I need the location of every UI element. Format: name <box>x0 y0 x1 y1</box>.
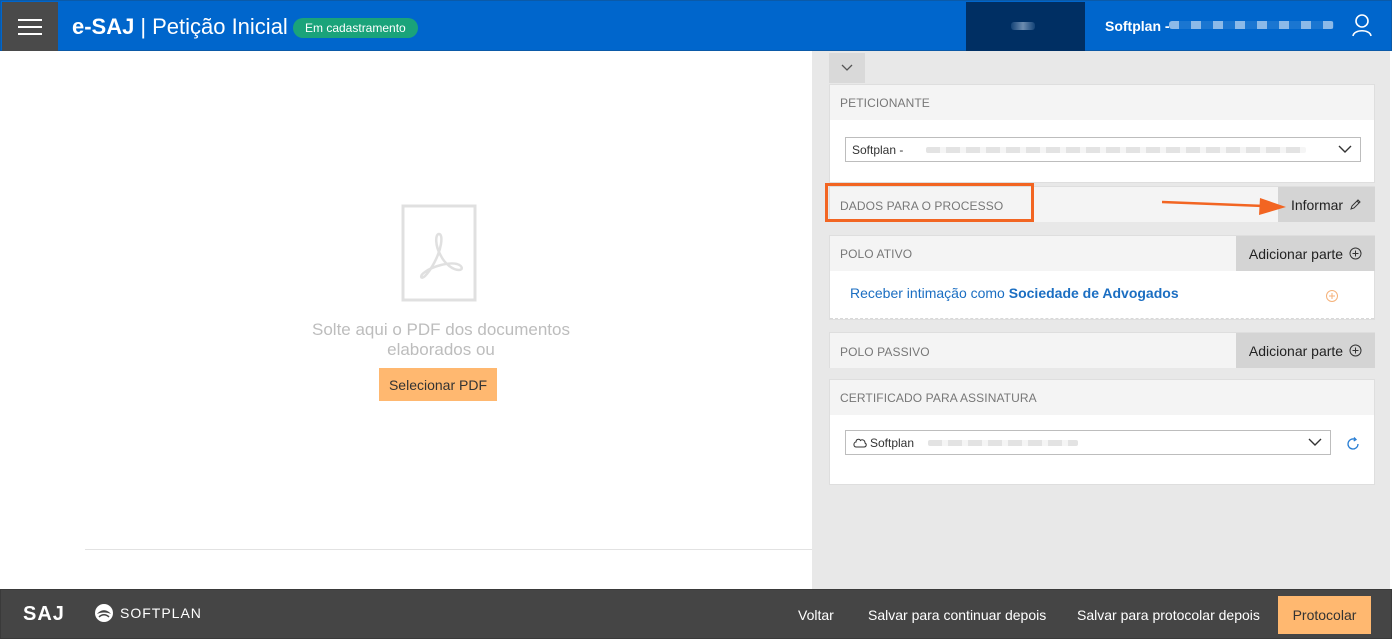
page-title: e-SAJ | Petição Inicial <box>72 14 288 40</box>
pdf-file-icon <box>401 204 477 302</box>
refresh-icon[interactable] <box>1345 436 1361 452</box>
user-icon[interactable] <box>1351 13 1373 37</box>
chevron-down-icon <box>841 64 853 71</box>
plus-circle-icon[interactable] <box>1325 289 1339 303</box>
plus-circle-icon <box>1349 247 1362 260</box>
adicionar-parte-ativo-button[interactable]: Adicionar parte <box>1236 236 1375 271</box>
hamburger-menu-icon <box>18 19 42 21</box>
polo-passivo-title: POLO PASSIVO <box>840 345 930 359</box>
certificado-title: CERTIFICADO PARA ASSINATURA <box>840 391 1037 405</box>
polo-ativo-title: POLO ATIVO <box>840 247 913 261</box>
polo-ativo-card: POLO ATIVO Adicionar parte Receber intim… <box>829 235 1375 320</box>
peticionante-card: PETICIONANTE Softplan - <box>829 84 1375 183</box>
user-name[interactable]: Softplan - <box>1105 18 1170 34</box>
hamburger-menu-button[interactable] <box>2 2 58 52</box>
cloud-icon <box>853 438 867 448</box>
title-separator: | <box>140 14 147 39</box>
receber-intimacao-link[interactable]: Receber intimação como Sociedade de Advo… <box>850 285 1179 301</box>
chevron-down-icon <box>1338 145 1352 153</box>
protocolar-button[interactable]: Protocolar <box>1278 596 1371 634</box>
page-title-text: Petição Inicial <box>152 14 288 39</box>
footer-bar: SAJ SOFTPLAN Voltar Salvar para continua… <box>0 589 1392 639</box>
pdf-drop-area[interactable]: Solte aqui o PDF dos documentos elaborad… <box>2 51 812 589</box>
pencil-icon <box>1350 199 1361 210</box>
polo-passivo-card: POLO PASSIVO Adicionar parte <box>829 332 1375 368</box>
header-dark-block[interactable] <box>966 2 1085 52</box>
plus-circle-icon <box>1349 344 1362 357</box>
softplan-logo: SOFTPLAN <box>93 603 202 623</box>
informar-button[interactable]: Informar <box>1278 187 1375 222</box>
select-pdf-button[interactable]: Selecionar PDF <box>379 368 497 401</box>
peticionante-title: PETICIONANTE <box>840 96 930 110</box>
collapse-button[interactable] <box>829 53 865 83</box>
status-badge: Em cadastramento <box>293 18 418 38</box>
voltar-button[interactable]: Voltar <box>798 607 834 623</box>
certificado-redacted <box>928 440 1078 446</box>
certificado-value: Softplan <box>870 436 915 450</box>
peticionante-select[interactable]: Softplan - <box>845 137 1361 162</box>
certificado-select[interactable]: Softplan <box>845 430 1331 455</box>
right-panel: PETICIONANTE Softplan - DADOS PARA O PRO… <box>812 51 1390 589</box>
peticionante-redacted <box>926 147 1306 153</box>
app-brand: e-SAJ <box>72 14 135 39</box>
chevron-down-icon <box>1308 438 1322 446</box>
peticionante-value: Softplan - <box>852 143 904 157</box>
saj-logo: SAJ <box>23 603 65 625</box>
adicionar-parte-passivo-button[interactable]: Adicionar parte <box>1236 333 1375 368</box>
arrow-annotation-icon <box>1162 198 1286 215</box>
top-header: e-SAJ | Petição Inicial Em cadastramento S… <box>0 0 1392 52</box>
divider <box>85 549 812 550</box>
drop-instructions: Solte aqui o PDF dos documentos elaborad… <box>312 320 570 359</box>
certificado-card: CERTIFICADO PARA ASSINATURA Softplan <box>829 379 1375 485</box>
salvar-continuar-button[interactable]: Salvar para continuar depois <box>868 607 1046 623</box>
softplan-logo-icon <box>95 604 113 622</box>
user-name-redacted <box>1169 21 1334 29</box>
salvar-protocolar-button[interactable]: Salvar para protocolar depois <box>1077 607 1260 623</box>
highlight-annotation <box>825 183 1034 222</box>
